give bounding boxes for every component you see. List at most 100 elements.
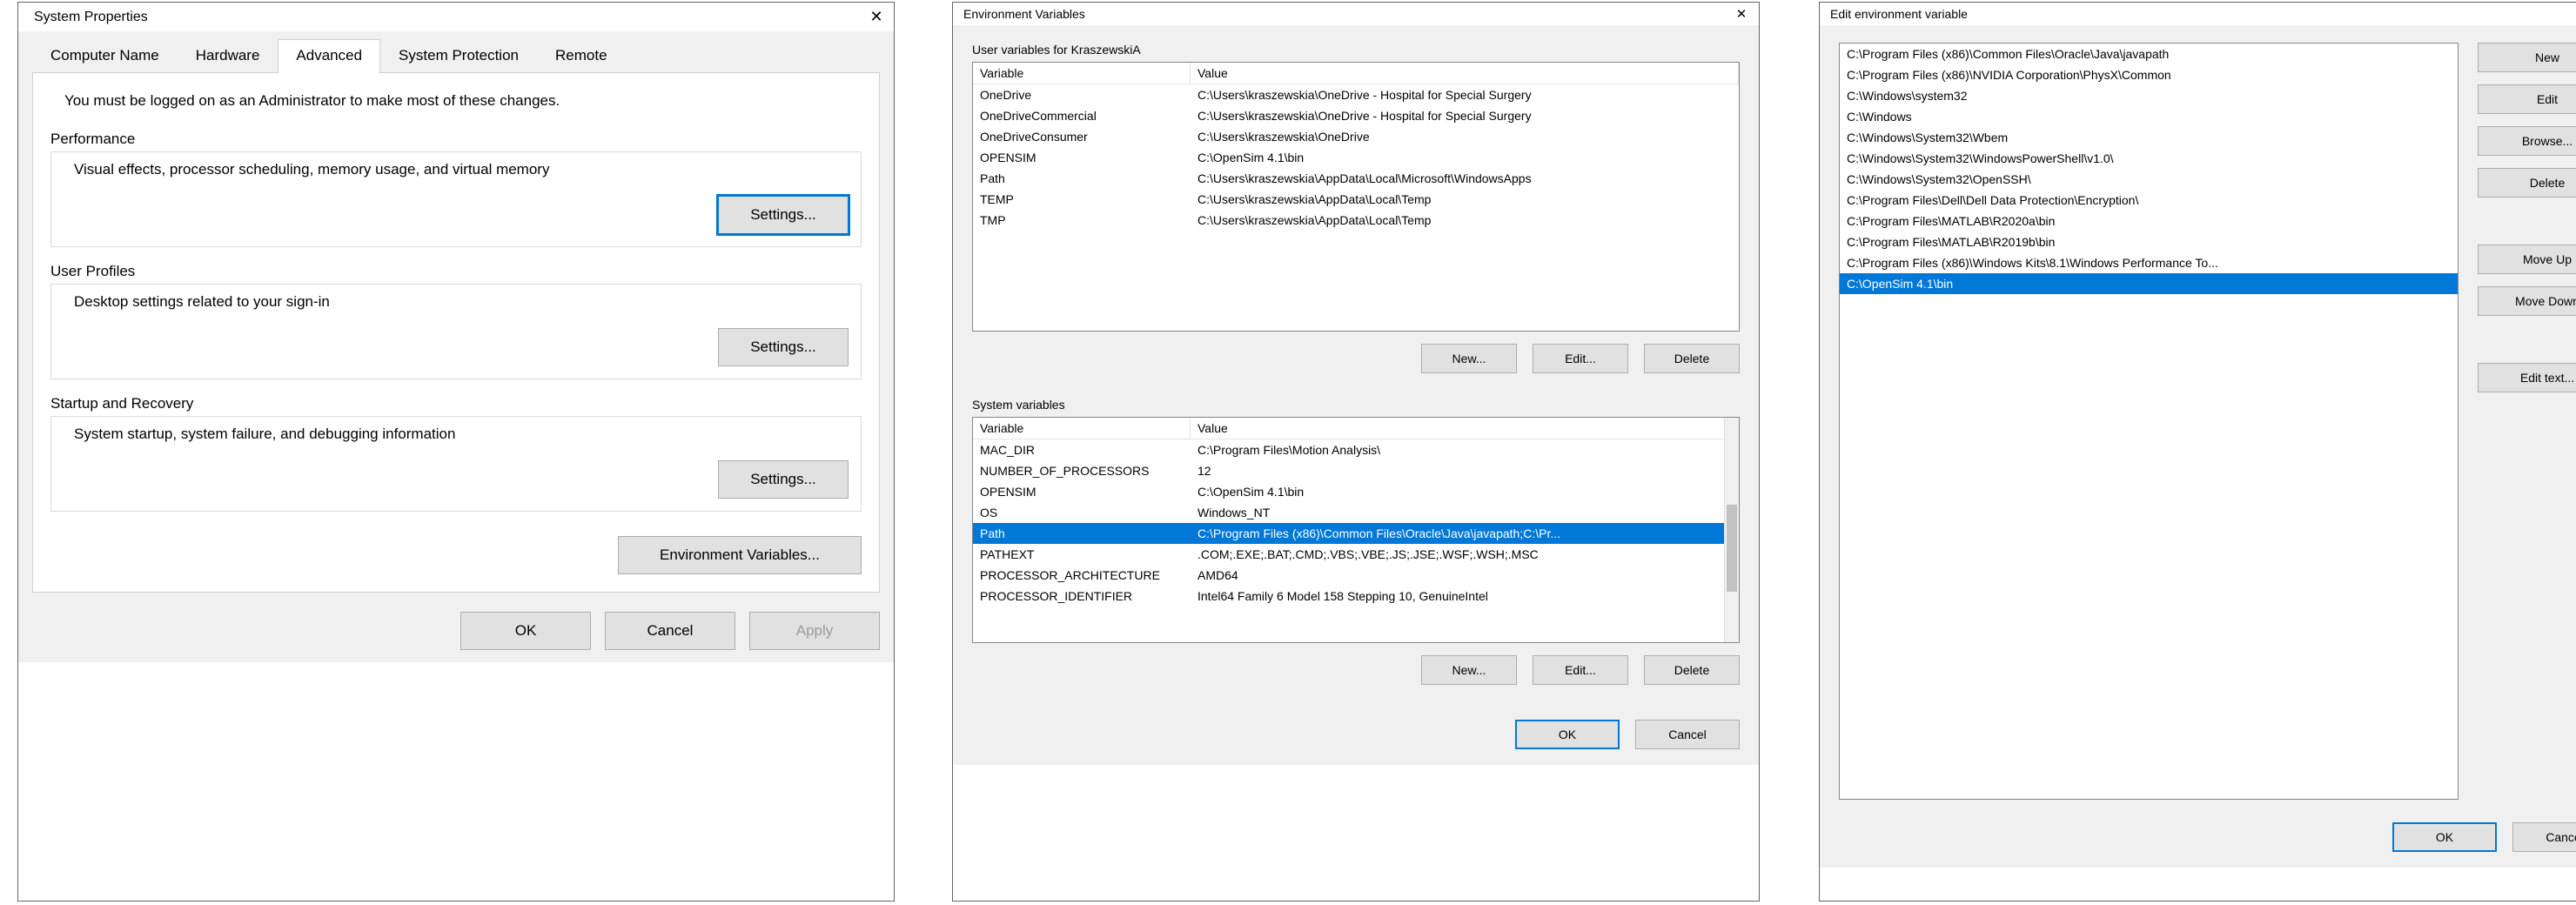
tab-hardware[interactable]: Hardware (178, 39, 278, 73)
ok-button[interactable]: OK (1515, 720, 1620, 749)
title-bar[interactable]: Edit environment variable ✕ (1820, 3, 2576, 25)
cell-value: C:\Users\kraszewskia\OneDrive (1191, 126, 1739, 147)
system-properties-window: System Properties ✕ Computer Name Hardwa… (17, 2, 895, 902)
col-variable[interactable]: Variable (973, 63, 1191, 84)
new-button[interactable]: New (2478, 43, 2576, 72)
cell-value: C:\Users\kraszewskia\AppData\Local\Temp (1191, 210, 1739, 231)
sys-delete-button[interactable]: Delete (1644, 655, 1740, 685)
close-icon[interactable]: ✕ (868, 8, 885, 26)
startup-settings-button[interactable]: Settings... (718, 460, 849, 499)
cell-variable: MAC_DIR (973, 439, 1191, 460)
path-item[interactable]: C:\Program Files (x86)\Common Files\Orac… (1840, 44, 2458, 64)
sys-new-button[interactable]: New... (1421, 655, 1517, 685)
delete-button[interactable]: Delete (2478, 168, 2576, 198)
cell-value: .COM;.EXE;.BAT;.CMD;.VBS;.VBE;.JS;.JSE;.… (1191, 544, 1739, 565)
window-title: Environment Variables (963, 7, 1085, 21)
tab-system-protection[interactable]: System Protection (380, 39, 537, 73)
list-row[interactable]: PATHEXT.COM;.EXE;.BAT;.CMD;.VBS;.VBE;.JS… (973, 544, 1739, 565)
list-row[interactable]: PathC:\Users\kraszewskia\AppData\Local\M… (973, 168, 1739, 189)
cell-variable: Path (973, 523, 1191, 544)
path-item[interactable]: C:\Program Files\MATLAB\R2019b\bin (1840, 231, 2458, 252)
user-vars-listbox[interactable]: Variable Value OneDriveC:\Users\kraszews… (972, 62, 1740, 332)
user-new-button[interactable]: New... (1421, 344, 1517, 373)
user-profiles-settings-button[interactable]: Settings... (718, 328, 849, 366)
environment-variables-button[interactable]: Environment Variables... (618, 536, 862, 574)
cancel-button[interactable]: Cancel (1635, 720, 1740, 749)
edit-button[interactable]: Edit (2478, 84, 2576, 114)
col-value[interactable]: Value (1191, 418, 1739, 439)
user-profiles-section: Desktop settings related to your sign-in… (50, 284, 862, 379)
cell-variable: PATHEXT (973, 544, 1191, 565)
path-item[interactable]: C:\Program Files\MATLAB\R2020a\bin (1840, 211, 2458, 231)
list-header: Variable Value (973, 418, 1739, 439)
cell-variable: OneDriveCommercial (973, 105, 1191, 126)
path-item[interactable]: C:\Windows\System32\Wbem (1840, 127, 2458, 148)
cell-value: AMD64 (1191, 565, 1739, 586)
path-item[interactable]: C:\Windows\System32\OpenSSH\ (1840, 169, 2458, 190)
tab-advanced[interactable]: Advanced (278, 39, 380, 73)
startup-desc: System startup, system failure, and debu… (74, 426, 849, 443)
performance-heading: Performance (50, 131, 862, 148)
col-value[interactable]: Value (1191, 63, 1739, 84)
list-row[interactable]: OSWindows_NT (973, 502, 1739, 523)
edit-env-var-window: Edit environment variable ✕ C:\Program F… (1819, 2, 2576, 902)
title-bar[interactable]: System Properties ✕ (18, 3, 894, 31)
sys-vars-listbox[interactable]: Variable Value MAC_DIRC:\Program Files\M… (972, 417, 1740, 643)
window-title: Edit environment variable (1830, 7, 1968, 21)
performance-settings-button[interactable]: Settings... (718, 196, 849, 234)
path-item[interactable]: C:\Program Files (x86)\NVIDIA Corporatio… (1840, 64, 2458, 85)
path-item[interactable]: C:\Program Files\Dell\Dell Data Protecti… (1840, 190, 2458, 211)
list-row[interactable]: TMPC:\Users\kraszewskia\AppData\Local\Te… (973, 210, 1739, 231)
cancel-button[interactable]: Cancel (2512, 822, 2576, 852)
tab-remote[interactable]: Remote (537, 39, 626, 73)
list-row[interactable]: OPENSIMC:\OpenSim 4.1\bin (973, 147, 1739, 168)
environment-variables-window: Environment Variables ✕ User variables f… (952, 2, 1760, 902)
apply-button[interactable]: Apply (749, 612, 880, 650)
list-row[interactable]: OneDriveCommercialC:\Users\kraszewskia\O… (973, 105, 1739, 126)
path-item[interactable]: C:\Windows\system32 (1840, 85, 2458, 106)
cell-variable: OneDriveConsumer (973, 126, 1191, 147)
scrollbar-thumb[interactable] (1727, 505, 1737, 592)
sys-edit-button[interactable]: Edit... (1533, 655, 1628, 685)
list-row[interactable]: OPENSIMC:\OpenSim 4.1\bin (973, 481, 1739, 502)
scrollbar[interactable] (1724, 418, 1739, 642)
tab-strip: Computer Name Hardware Advanced System P… (32, 31, 880, 73)
list-row[interactable]: PROCESSOR_ARCHITECTUREAMD64 (973, 565, 1739, 586)
list-row[interactable]: OneDriveC:\Users\kraszewskia\OneDrive - … (973, 84, 1739, 105)
path-item[interactable]: C:\Windows (1840, 106, 2458, 127)
cell-value: C:\OpenSim 4.1\bin (1191, 147, 1739, 168)
browse-button[interactable]: Browse... (2478, 126, 2576, 156)
list-row[interactable]: PROCESSOR_IDENTIFIERIntel64 Family 6 Mod… (973, 586, 1739, 607)
tab-computer-name[interactable]: Computer Name (32, 39, 178, 73)
list-row[interactable]: TEMPC:\Users\kraszewskia\AppData\Local\T… (973, 189, 1739, 210)
col-variable[interactable]: Variable (973, 418, 1191, 439)
move-down-button[interactable]: Move Down (2478, 286, 2576, 316)
path-item[interactable]: C:\OpenSim 4.1\bin (1840, 273, 2458, 294)
ok-button[interactable]: OK (460, 612, 591, 650)
ok-button[interactable]: OK (2392, 822, 2497, 852)
user-edit-button[interactable]: Edit... (1533, 344, 1628, 373)
close-icon[interactable]: ✕ (1733, 6, 1750, 22)
cell-variable: NUMBER_OF_PROCESSORS (973, 460, 1191, 481)
path-item[interactable]: C:\Windows\System32\WindowsPowerShell\v1… (1840, 148, 2458, 169)
edit-text-button[interactable]: Edit text... (2478, 363, 2576, 392)
list-row[interactable]: PathC:\Program Files (x86)\Common Files\… (973, 523, 1739, 544)
user-delete-button[interactable]: Delete (1644, 344, 1740, 373)
performance-desc: Visual effects, processor scheduling, me… (74, 161, 849, 178)
path-item[interactable]: C:\Program Files (x86)\Windows Kits\8.1\… (1840, 252, 2458, 273)
cell-value: Windows_NT (1191, 502, 1739, 523)
cell-value: C:\OpenSim 4.1\bin (1191, 481, 1739, 502)
list-row[interactable]: NUMBER_OF_PROCESSORS12 (973, 460, 1739, 481)
startup-section: System startup, system failure, and debu… (50, 416, 862, 512)
list-header: Variable Value (973, 63, 1739, 84)
move-up-button[interactable]: Move Up (2478, 245, 2576, 274)
path-listbox[interactable]: C:\Program Files (x86)\Common Files\Orac… (1839, 43, 2459, 800)
sys-vars-label: System variables (972, 398, 1740, 412)
cell-variable: PROCESSOR_ARCHITECTURE (973, 565, 1191, 586)
cell-variable: OPENSIM (973, 481, 1191, 502)
list-row[interactable]: MAC_DIRC:\Program Files\Motion Analysis\ (973, 439, 1739, 460)
list-row[interactable]: OneDriveConsumerC:\Users\kraszewskia\One… (973, 126, 1739, 147)
title-bar[interactable]: Environment Variables ✕ (953, 3, 1759, 25)
cancel-button[interactable]: Cancel (605, 612, 735, 650)
performance-section: Visual effects, processor scheduling, me… (50, 151, 862, 247)
